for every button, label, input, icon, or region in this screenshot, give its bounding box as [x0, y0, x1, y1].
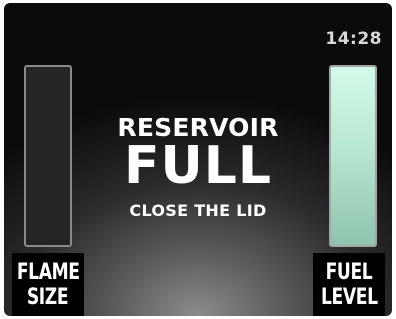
display-screen: 14:28 RESERVOIR FULL CLOSE THE LID FLAME… — [4, 3, 392, 316]
fuel-level-gauge-fill — [331, 67, 375, 245]
flame-size-button[interactable]: FLAME SIZE — [12, 253, 84, 316]
fuel-level-label-line1: FUEL — [325, 259, 373, 285]
clock-time: 14:28 — [325, 29, 382, 49]
fuel-level-gauge — [329, 65, 377, 247]
message-main: FULL — [123, 136, 272, 196]
message-instruction: CLOSE THE LID — [129, 201, 267, 220]
flame-size-gauge — [24, 65, 72, 247]
flame-size-label-line1: FLAME — [16, 259, 80, 285]
flame-size-label-line2: SIZE — [27, 284, 69, 310]
fuel-level-label-line2: LEVEL — [320, 284, 378, 310]
fuel-level-button[interactable]: FUEL LEVEL — [313, 253, 385, 316]
